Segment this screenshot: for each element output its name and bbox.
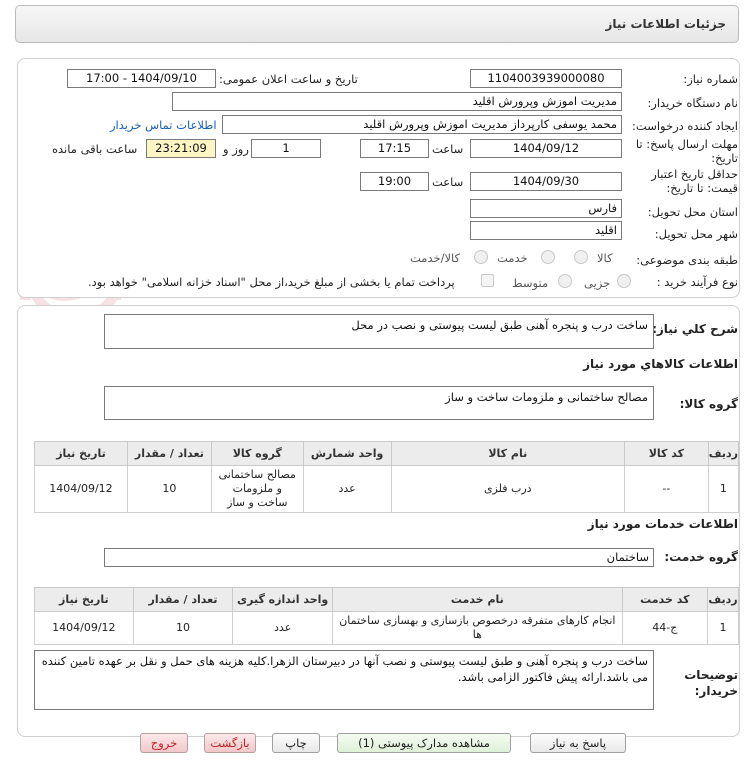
- goods-cell-date: 1404/09/12: [34, 465, 128, 513]
- category-label: طبقه بندی موضوعی:: [636, 253, 738, 267]
- page-header: جزئیات اطلاعات نیاز: [15, 5, 739, 43]
- remaining-label: ساعت باقی مانده: [52, 142, 138, 156]
- deadline-time-field: 17:15: [360, 139, 429, 158]
- buyer-label: نام دستگاه خریدار:: [647, 96, 738, 110]
- goods-col-name: نام کالا: [390, 441, 625, 466]
- creator-field: محمد یوسفی کارپرداز مدیریت اموزش وپرورش …: [222, 115, 622, 134]
- goods-col-row: ردیف: [707, 441, 740, 466]
- services-section-title: اطلاعات خدمات مورد نياز: [587, 517, 738, 531]
- category-option-goods-service: کالا/خدمت: [410, 251, 461, 265]
- treasury-payment-checkbox[interactable]: [481, 274, 494, 287]
- remaining-time-field: 23:21:09: [146, 139, 216, 158]
- view-attachments-button[interactable]: مشاهده مدارک پیوستی (1): [337, 733, 511, 753]
- goods-cell-code: --: [623, 465, 709, 513]
- validity-label-line2: قیمت: تا تاریخ:: [666, 181, 738, 195]
- process-radio-medium[interactable]: [558, 274, 572, 288]
- province-label: استان محل تحویل:: [647, 205, 738, 219]
- process-label: نوع فرآیند خرید :: [656, 275, 738, 289]
- announce-label: تاریخ و ساعت اعلان عمومی:: [219, 72, 358, 86]
- process-option-minor: جزیی: [584, 276, 611, 290]
- services-col-unit: واحد اندازه گیری: [232, 587, 333, 612]
- services-cell-row: 1: [706, 611, 740, 645]
- buyer-notes-label-line2: خریدار:: [694, 684, 738, 698]
- validity-time-label: ساعت: [432, 175, 464, 189]
- summary-textarea: ساخت درب و پنجره آهنی طبق لیست پیوستی و …: [104, 314, 654, 349]
- page-title: جزئیات اطلاعات نیاز: [605, 17, 726, 31]
- services-col-code: کد خدمت: [621, 587, 708, 612]
- goods-cell-group: مصالح ساختمانی و ملزومات ساخت و ساز: [210, 465, 304, 513]
- category-option-service: خدمت: [497, 251, 528, 265]
- services-col-qty: تعداد / مقدار: [132, 587, 234, 612]
- city-label: شهر محل تحویل:: [654, 227, 738, 241]
- reply-button[interactable]: پاسخ به نیاز: [530, 733, 626, 753]
- category-option-goods: کالا: [597, 251, 613, 265]
- services-group-label: گروه خدمت:: [664, 550, 738, 564]
- province-field: فارس: [470, 199, 622, 218]
- need-number-label: شماره نیاز:: [683, 72, 738, 86]
- goods-col-date: تاریخ نیاز: [34, 441, 128, 466]
- services-col-date: تاریخ نیاز: [34, 587, 134, 612]
- table-row: 1 ج-44 انجام کارهای متفرقه درخصوص بازساز…: [34, 611, 740, 645]
- buyer-contact-link[interactable]: اطلاعات تماس خریدار: [110, 118, 217, 132]
- need-number-field: 1104003939000080: [470, 69, 622, 88]
- days-label: روز و: [223, 142, 249, 156]
- city-field: اقلید: [470, 221, 622, 240]
- deadline-time-label: ساعت: [432, 142, 464, 156]
- treasury-payment-note: پرداخت تمام یا بخشی از مبلغ خرید،از محل …: [88, 275, 455, 289]
- validity-time-field: 19:00: [360, 172, 429, 191]
- goods-col-code: کد کالا: [623, 441, 709, 466]
- goods-table-header: ردیف کد کالا نام کالا واحد شمارش گروه کا…: [34, 441, 740, 466]
- category-radio-service[interactable]: [541, 250, 555, 264]
- deadline-label-line2: تاریخ:: [711, 151, 738, 165]
- summary-label: شرح كلي نياز:: [652, 322, 738, 336]
- category-radio-goods[interactable]: [574, 250, 588, 264]
- services-col-row: ردیف: [706, 587, 740, 612]
- services-col-name: نام خدمت: [331, 587, 623, 612]
- services-cell-date: 1404/09/12: [34, 611, 134, 645]
- goods-col-group: گروه کالا: [210, 441, 304, 466]
- table-row: 1 -- درب فلزی عدد مصالح ساختمانی و ملزوم…: [34, 465, 740, 513]
- validity-label-line1: حداقل تاریخ اعتبار: [651, 167, 738, 181]
- back-button[interactable]: بازگشت: [204, 733, 256, 753]
- print-button[interactable]: چاپ: [272, 733, 320, 753]
- buyer-notes-label-line1: توضیحات: [684, 668, 738, 682]
- process-radio-minor[interactable]: [617, 274, 631, 288]
- services-cell-unit: عدد: [232, 611, 333, 645]
- services-cell-code: ج-44: [621, 611, 708, 645]
- goods-col-qty: تعداد / مقدار: [126, 441, 212, 466]
- announce-field: 1404/09/10 - 17:00: [67, 69, 216, 88]
- days-field: 1: [251, 139, 321, 158]
- buyer-notes-textarea: ساخت درب و پنجره آهنی و طبق لیست پیوستی …: [34, 650, 654, 710]
- process-option-medium: متوسط: [512, 276, 549, 290]
- buyer-field: مدیریت اموزش وپرورش اقلید: [172, 92, 622, 111]
- deadline-date-field: 1404/09/12: [470, 139, 622, 158]
- goods-cell-qty: 10: [126, 465, 212, 513]
- goods-table: ردیف کد کالا نام کالا واحد شمارش گروه کا…: [34, 441, 740, 513]
- goods-group-textarea: مصالح ساختمانی و ملزومات ساخت و ساز: [104, 386, 654, 420]
- services-group-field: ساختمان: [104, 548, 654, 567]
- creator-label: ایجاد کننده درخواست:: [632, 119, 738, 133]
- goods-section-title: اطلاعات کالاهاي مورد نياز: [583, 357, 738, 371]
- goods-cell-unit: عدد: [302, 465, 392, 513]
- validity-date-field: 1404/09/30: [470, 172, 622, 191]
- services-table-header: ردیف کد خدمت نام خدمت واحد اندازه گیری ت…: [34, 587, 740, 612]
- services-table: ردیف کد خدمت نام خدمت واحد اندازه گیری ت…: [34, 587, 740, 645]
- category-radio-goods-service[interactable]: [474, 250, 488, 264]
- goods-cell-row: 1: [707, 465, 740, 513]
- services-cell-qty: 10: [132, 611, 234, 645]
- exit-button[interactable]: خروج: [140, 733, 188, 753]
- goods-col-unit: واحد شمارش: [302, 441, 392, 466]
- goods-cell-name: درب فلزی: [390, 465, 625, 513]
- goods-group-label: گروه کالا:: [679, 397, 738, 411]
- deadline-label-line1: مهلت ارسال پاسخ: تا: [635, 137, 738, 151]
- services-cell-name: انجام کارهای متفرقه درخصوص بازسازی و بهس…: [331, 611, 623, 645]
